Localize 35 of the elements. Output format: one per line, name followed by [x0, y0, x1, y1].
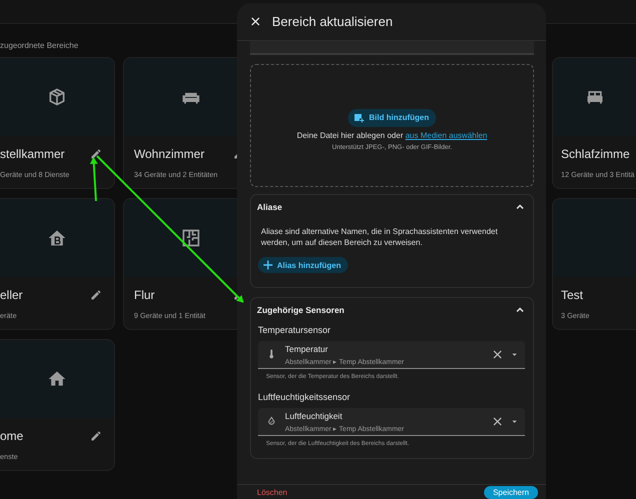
area-name: Test	[561, 288, 584, 302]
area-name: eller	[0, 288, 23, 302]
field-label: Luftfeuchtigkeitssensor	[258, 392, 352, 402]
floorplan-icon	[180, 228, 200, 248]
section-title: Zugehörige Sensoren	[257, 305, 344, 315]
box-icon	[47, 87, 67, 107]
entity-name: Temperatur	[285, 344, 329, 354]
chevron-up-icon[interactable]	[515, 202, 525, 212]
add-alias-button[interactable]: Alias hinzufügen	[258, 257, 348, 273]
add-image-button[interactable]: Bild hinzufügen	[348, 108, 436, 126]
image-plus-icon	[353, 112, 365, 124]
clear-icon[interactable]	[493, 417, 502, 426]
delete-button[interactable]: Löschen	[257, 488, 288, 496]
area-name: Flur	[134, 288, 155, 302]
area-name: ome	[0, 429, 24, 443]
entity-name: Luftfeuchtigkeit	[285, 410, 344, 420]
dialog-title: Bereich aktualisieren	[272, 14, 393, 29]
pencil-icon	[90, 289, 102, 301]
pencil-icon	[90, 148, 102, 160]
close-icon[interactable]	[251, 17, 260, 26]
chevron-up-icon[interactable]	[515, 305, 525, 315]
house-b-icon	[47, 228, 67, 248]
section-caption: zugeordnete Bereiche	[0, 41, 78, 52]
plus-icon	[263, 260, 273, 270]
drop-prompt: Deine Datei hier ablegen oder aus Medien auswählen	[296, 130, 488, 140]
clear-icon[interactable]	[493, 350, 502, 359]
area-name: Wohnzimmer	[134, 147, 204, 161]
field-label: Temperatursensor	[258, 325, 332, 335]
media-link[interactable]: aus Medien auswählen	[405, 130, 488, 140]
section-title: Aliase	[257, 202, 282, 212]
area-name: stellkammer	[0, 147, 65, 161]
drop-icon	[266, 416, 277, 427]
pencil-icon	[90, 430, 102, 442]
alias-description: Aliase sind alternative Namen, die in Sprachassistenten verwendet werden, um auf diesen Bereich zu verweisen.	[260, 226, 499, 248]
area-name: Schlafzimme	[561, 147, 630, 161]
